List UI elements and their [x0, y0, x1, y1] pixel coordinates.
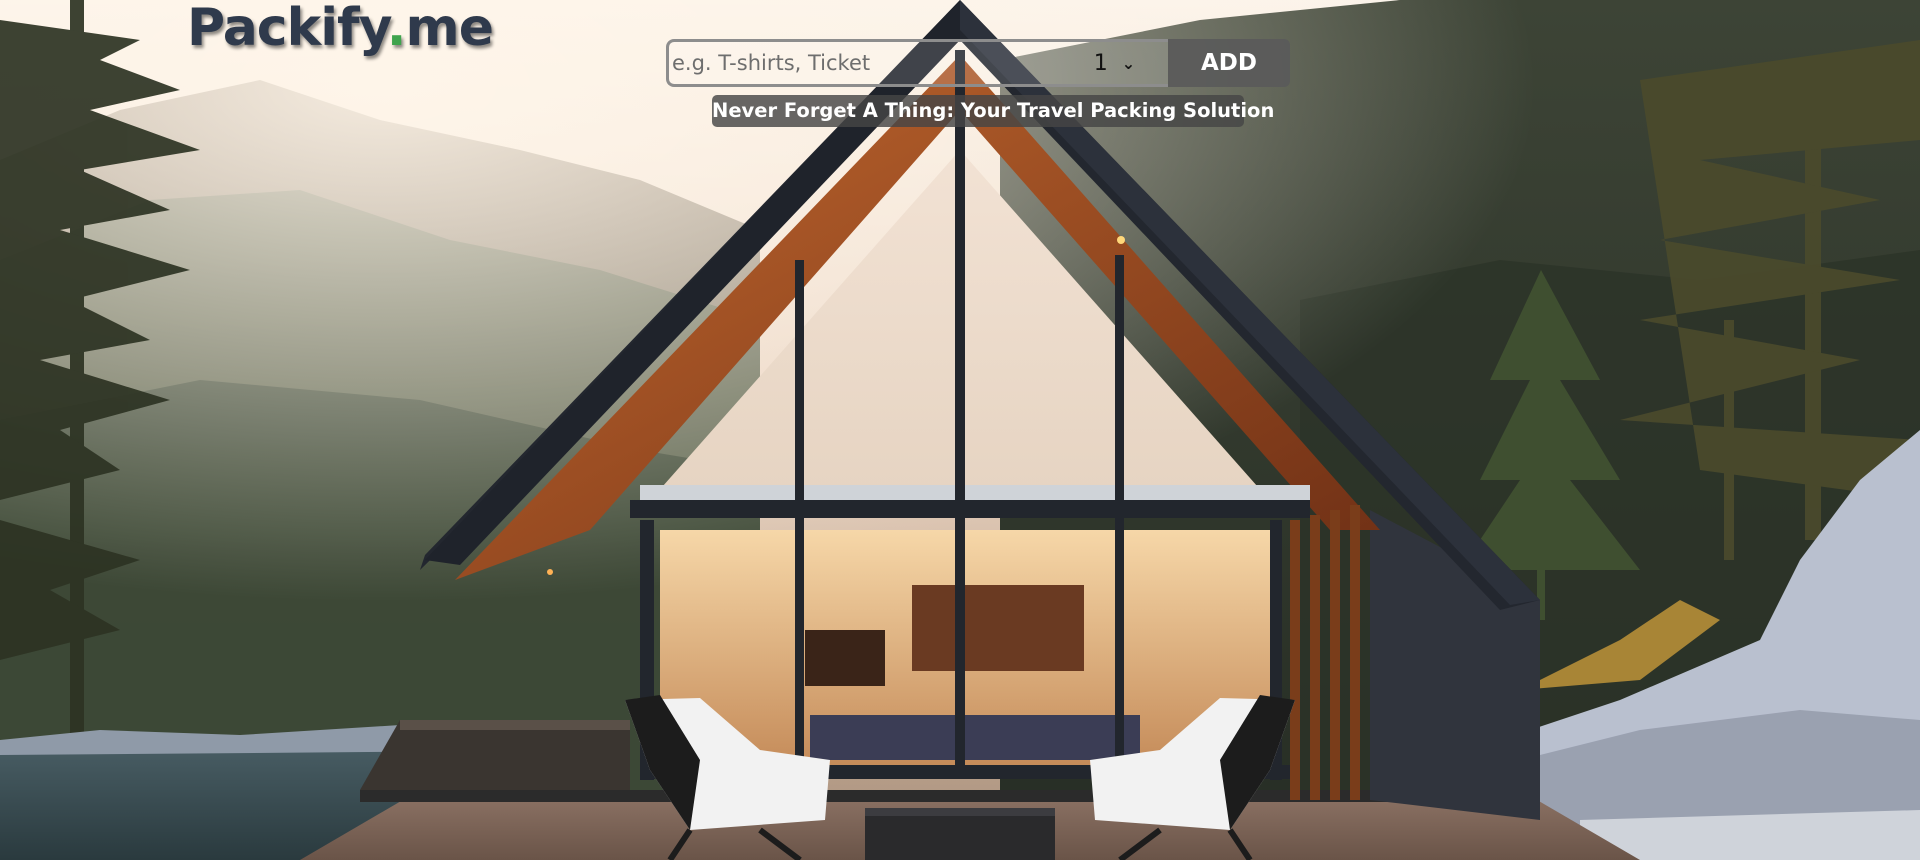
add-button[interactable]: ADD [1168, 39, 1290, 87]
logo-tld: me [405, 0, 494, 58]
logo-text: Packify [187, 0, 388, 58]
logo-dot: . [386, 0, 407, 58]
background-image [0, 0, 1920, 860]
add-item-form: 1 ⌄ ADD [666, 39, 1290, 87]
brand-logo[interactable]: Packify.me [187, 0, 494, 58]
quantity-value: 1 [1093, 50, 1108, 76]
item-input[interactable] [666, 39, 1061, 87]
chevron-down-icon: ⌄ [1121, 53, 1136, 73]
quantity-select[interactable]: 1 ⌄ [1061, 39, 1168, 87]
tagline-banner: Never Forget A Thing: Your Travel Packin… [712, 95, 1274, 127]
